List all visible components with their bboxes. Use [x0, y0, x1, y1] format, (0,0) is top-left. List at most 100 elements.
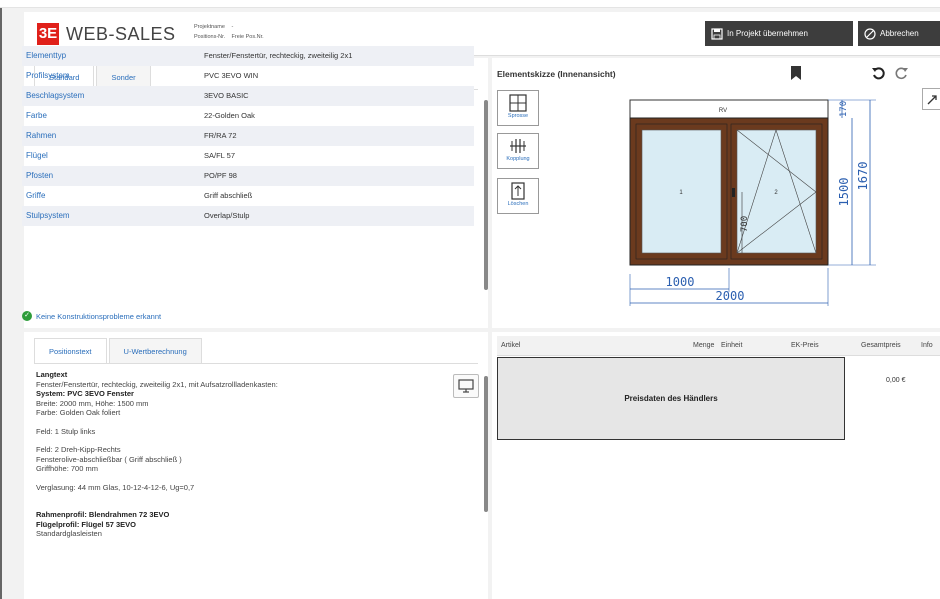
- redo-icon[interactable]: [894, 66, 908, 80]
- property-key: Beschlagsystem: [26, 91, 85, 100]
- property-key: Elementtyp: [26, 51, 67, 60]
- tab-positionstext[interactable]: Positionstext: [34, 338, 107, 363]
- long-text-line: Verglasung: 44 mm Glas, 10-12-4-12-6, Ug…: [36, 482, 195, 492]
- meta-value: Freie Pos.Nr.: [231, 34, 264, 40]
- long-text-spacer: [36, 474, 476, 483]
- outer-top-bar: [0, 0, 940, 8]
- check-icon: ✓: [22, 311, 32, 321]
- long-text-line: Feld: 1 Stulp links: [36, 426, 96, 436]
- meta-value: -: [231, 24, 234, 30]
- property-row[interactable]: Beschlagsystem 3EVO BASIC: [22, 86, 474, 106]
- long-text-spacer: [36, 436, 476, 445]
- property-key: Rahmen: [26, 131, 57, 140]
- long-text-line: Griffhöhe: 700 mm: [36, 464, 98, 473]
- sash-width-label: 1000: [666, 275, 695, 289]
- col-info: Info: [921, 342, 933, 349]
- grid-icon: [509, 94, 527, 112]
- delete-icon: [511, 182, 525, 200]
- project-meta: Projektname - Positions-Nr. Freie Pos.Nr…: [194, 22, 264, 42]
- col-gesamtpreis: Gesamtpreis: [861, 342, 901, 349]
- property-key: Pfosten: [26, 171, 54, 180]
- dealer-price-label: Preisdaten des Händlers: [624, 394, 718, 403]
- price-table-header: Artikel Menge Einheit EK-Preis Gesamtpre…: [497, 336, 940, 356]
- status-text: Keine Konstruktionsprobleme erkannt: [36, 311, 162, 321]
- handle-height-label: 700: [740, 216, 750, 232]
- undo-icon[interactable]: [872, 66, 886, 80]
- expand-icon: [927, 95, 937, 105]
- long-text-line: Breite: 2000 mm, Höhe: 1500 mm: [36, 398, 149, 408]
- take-over-button[interactable]: In Projekt übernehmen: [705, 21, 853, 46]
- property-value: Griff abschließ: [204, 191, 253, 200]
- long-text-spacer: [36, 501, 476, 510]
- tab-divider: [34, 363, 478, 364]
- property-key: Griffe: [26, 191, 46, 200]
- long-text-lines: Fenster/Fenstertür, rechteckig, zweiteil…: [36, 380, 476, 539]
- property-key: Farbe: [26, 111, 47, 120]
- long-text-line: Farbe: Golden Oak foliert: [36, 408, 121, 417]
- tab-u-wertberechnung[interactable]: U-Wertberechnung: [108, 338, 202, 363]
- property-value: Fenster/Fenstertür, rechteckig, zweiteil…: [204, 51, 353, 60]
- roller-box-label: RV: [719, 108, 727, 114]
- property-value: 22-Golden Oak: [204, 111, 255, 120]
- tool-loeschen[interactable]: Löschen: [497, 178, 539, 214]
- property-value: PVC 3EVO WIN: [204, 71, 259, 80]
- col-artikel: Artikel: [501, 342, 521, 349]
- property-row[interactable]: Flügel SA/FL 57: [22, 146, 474, 166]
- long-text-line: System: PVC 3EVO Fenster: [36, 389, 134, 398]
- property-value: 3EVO BASIC: [204, 91, 249, 100]
- property-value: FR/RA 72: [204, 131, 237, 140]
- properties-table: Elementtyp Fenster/Fenstertür, rechteckig…: [22, 46, 474, 226]
- tool-sprosse[interactable]: Sprosse: [497, 90, 539, 126]
- property-row[interactable]: Elementtyp Fenster/Fenstertür, rechteckig…: [22, 46, 474, 66]
- handle-icon: [732, 188, 735, 197]
- monitor-icon: [458, 379, 474, 393]
- property-row[interactable]: Griffe Griff abschließ: [22, 186, 474, 206]
- window-sketch[interactable]: RV 1 2 700 1000 2000 170 1500 1670: [620, 96, 890, 316]
- app-title: WEB-SALES: [66, 24, 176, 44]
- cancel-icon: [864, 27, 876, 40]
- property-value: Overlap/Stulp: [204, 211, 250, 220]
- col-menge: Menge: [693, 342, 715, 349]
- properties-scrollbar[interactable]: [484, 100, 488, 290]
- property-row[interactable]: Farbe 22-Golden Oak: [22, 106, 474, 126]
- cancel-label: Abbrechen: [880, 29, 919, 38]
- property-row[interactable]: Rahmen FR/RA 72: [22, 126, 474, 146]
- app-logo: 3E: [37, 23, 59, 45]
- tool-label: Kopplung: [506, 156, 530, 162]
- text-scrollbar[interactable]: [484, 376, 488, 512]
- property-key: Stulpsystem: [26, 211, 70, 220]
- sketch-title: Elementskizze (Innenansicht): [497, 69, 616, 79]
- property-row[interactable]: Stulpsystem Overlap/Stulp: [22, 206, 474, 226]
- total-price: 0,00 €: [886, 377, 906, 384]
- take-over-label: In Projekt übernehmen: [727, 29, 808, 38]
- roller-box: [629, 99, 829, 119]
- long-text-line: Rahmenprofil: Blendrahmen 72 3EVO: [36, 510, 170, 519]
- expand-button[interactable]: [922, 88, 940, 110]
- save-icon: [711, 27, 723, 40]
- property-row[interactable]: Profilsystem PVC 3EVO WIN: [22, 66, 474, 86]
- total-height-label: 1670: [856, 162, 870, 191]
- property-row[interactable]: Pfosten PO/PF 98: [22, 166, 474, 186]
- dealer-price-box[interactable]: Preisdaten des Händlers: [497, 357, 845, 440]
- bookmark-icon[interactable]: [790, 66, 802, 80]
- box-height-label: 170: [839, 101, 849, 117]
- long-text-line: Fenster/Fenstertür, rechteckig, zweiteil…: [36, 379, 278, 389]
- long-text-spacer: [36, 418, 476, 427]
- property-value: PO/PF 98: [204, 171, 237, 180]
- construction-status: ✓ Keine Konstruktionsprobleme erkannt: [22, 311, 161, 321]
- col-ek-preis: EK-Preis: [791, 342, 819, 349]
- property-key: Flügel: [26, 151, 48, 160]
- property-value: SA/FL 57: [204, 151, 235, 160]
- long-text-line: Fensterolive-abschließbar ( Griff abschl…: [36, 454, 182, 464]
- cancel-button[interactable]: Abbrechen: [858, 21, 940, 46]
- monitor-button[interactable]: [453, 374, 479, 398]
- tool-label: Sprosse: [507, 113, 529, 119]
- long-text-heading: Langtext: [36, 370, 68, 379]
- tool-kopplung[interactable]: Kopplung: [497, 133, 539, 169]
- long-text-line: Standardglasleisten: [36, 529, 102, 538]
- coupling-icon: [510, 139, 526, 153]
- meta-label: Projektname: [194, 24, 225, 30]
- text-tabs: Positionstext U-Wertberechnung: [34, 338, 204, 363]
- property-key: Profilsystem: [26, 71, 70, 80]
- long-text-line: Flügelprofil: Flügel 57 3EVO: [36, 519, 137, 529]
